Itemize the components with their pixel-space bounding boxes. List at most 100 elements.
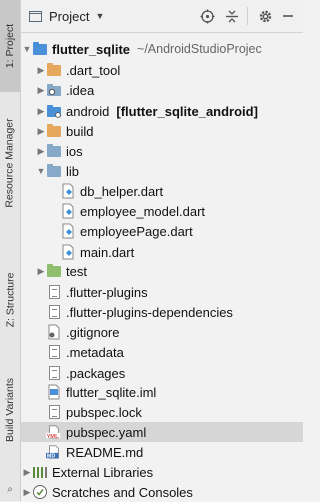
minimize-icon[interactable] [280, 8, 296, 24]
chevron-right-icon[interactable]: ▶ [36, 261, 46, 281]
chevron-right-icon[interactable]: ▶ [22, 482, 32, 502]
chevron-right-icon[interactable]: ▶ [36, 80, 46, 100]
tree-item[interactable]: ▶ android [flutter_sqlite_android] [21, 101, 303, 121]
gitignore-file-icon [46, 324, 62, 340]
folder-gear-icon [46, 82, 62, 98]
tree-item-label: .metadata [66, 344, 124, 360]
tab-project[interactable]: 1: Project [0, 0, 20, 92]
tree-item[interactable]: employee_model.dart [21, 201, 303, 221]
tab-build-variants-label: Build Variants [4, 377, 17, 443]
gear-icon[interactable] [257, 8, 273, 24]
module-folder-icon [32, 41, 48, 57]
tree-item-label: flutter_sqlite.iml [66, 384, 157, 400]
tree-item-label: .idea [66, 82, 95, 98]
project-tree: ▼ flutter_sqlite ~/AndroidStudioProjec ▶ .da… [21, 33, 303, 501]
chevron-right-icon[interactable]: ▶ [36, 60, 46, 80]
tree-item-label: test [66, 263, 87, 279]
tab-structure[interactable]: Z: Structure [0, 250, 20, 350]
tab-build-variants[interactable]: Build Variants [0, 360, 20, 460]
chevron-right-icon[interactable]: ▶ [36, 141, 46, 161]
collapse-all-icon[interactable] [224, 8, 240, 24]
dart-file-icon [60, 203, 76, 219]
locate-file-icon[interactable] [199, 8, 215, 24]
libraries-icon [32, 464, 48, 480]
tree-item[interactable]: YML pubspec.yaml [21, 422, 303, 442]
tree-item[interactable]: ▶ External Libraries [21, 462, 303, 482]
tree-item[interactable]: ▼ lib [21, 161, 303, 181]
tree-item-detail: [flutter_sqlite_android] [116, 103, 258, 119]
text-file-icon [46, 404, 62, 420]
tree-item-label: lib [66, 163, 80, 179]
tree-item-label: .packages [66, 365, 126, 381]
tree-item[interactable]: main.dart [21, 242, 303, 262]
tree-item[interactable]: ▶ test [21, 261, 303, 281]
folder-orange-icon [46, 123, 62, 139]
tree-item[interactable]: employeePage.dart [21, 221, 303, 241]
tree-item-label: employeePage.dart [80, 223, 193, 239]
tree-item[interactable]: flutter_sqlite.iml [21, 382, 303, 402]
project-view-icon [29, 10, 42, 22]
tab-resource-manager-label: Resource Manager [4, 118, 17, 208]
tree-item-label: External Libraries [52, 464, 154, 480]
tree-item[interactable]: pubspec.lock [21, 402, 303, 422]
tree-item-label: Scratches and Consoles [52, 484, 193, 500]
tree-item[interactable]: ▼ flutter_sqlite ~/AndroidStudioProjec [21, 39, 303, 59]
chevron-down-icon[interactable]: ▼ [22, 39, 32, 59]
folder-icon [46, 143, 62, 159]
bottom-tool-icon[interactable]: ⌕ [0, 478, 20, 501]
folder-orange-icon [46, 62, 62, 78]
tree-item[interactable]: .packages [21, 363, 303, 383]
tree-item[interactable]: .gitignore [21, 322, 303, 342]
dart-file-icon [60, 244, 76, 260]
tree-item[interactable]: .flutter-plugins-dependencies [21, 302, 303, 322]
tree-item[interactable]: ▶ build [21, 121, 303, 141]
tree-item[interactable]: .flutter-plugins [21, 282, 303, 302]
tree-item-label: main.dart [80, 244, 135, 260]
chevron-down-icon[interactable]: ▼ [36, 161, 46, 181]
tree-item[interactable]: ▶ .dart_tool [21, 60, 303, 80]
chevron-right-icon[interactable]: ▶ [22, 462, 32, 482]
scratches-icon [32, 484, 48, 500]
tree-item[interactable]: .metadata [21, 342, 303, 362]
tab-project-label: 1: Project [4, 23, 17, 69]
tree-item-label: build [66, 123, 94, 139]
text-file-icon [46, 344, 62, 360]
tree-item[interactable]: db_helper.dart [21, 181, 303, 201]
svg-text:MD: MD [47, 454, 55, 460]
tree-item-label: README.md [66, 444, 144, 460]
chevron-right-icon[interactable]: ▶ [36, 101, 46, 121]
dart-file-icon [60, 223, 76, 239]
tree-item[interactable]: MD README.md [21, 442, 303, 462]
tab-resource-manager[interactable]: Resource Manager [0, 98, 20, 228]
folder-green-icon [46, 263, 62, 279]
project-view-selector[interactable]: Project [49, 9, 89, 24]
chevron-right-icon[interactable]: ▶ [36, 121, 46, 141]
tree-item-label: .flutter-plugins [66, 284, 148, 300]
text-file-icon [46, 365, 62, 381]
folder-icon [46, 163, 62, 179]
project-toolbar: Project ▼ [21, 0, 303, 33]
text-file-icon [46, 284, 62, 300]
tree-item-label: pubspec.lock [66, 404, 142, 420]
tree-item-label: pubspec.yaml [66, 424, 147, 440]
tree-item-label: db_helper.dart [80, 183, 164, 199]
tab-structure-label: Z: Structure [4, 272, 17, 328]
tree-item[interactable]: ▶ ios [21, 141, 303, 161]
tree-item[interactable]: ▶ .idea [21, 80, 303, 100]
chevron-down-icon[interactable]: ▼ [95, 11, 104, 21]
tree-item-label: flutter_sqlite [52, 41, 131, 57]
tree-item-label: android [66, 103, 110, 119]
tree-item-label: .gitignore [66, 324, 120, 340]
tree-item[interactable]: ▶ Scratches and Consoles [21, 482, 303, 502]
